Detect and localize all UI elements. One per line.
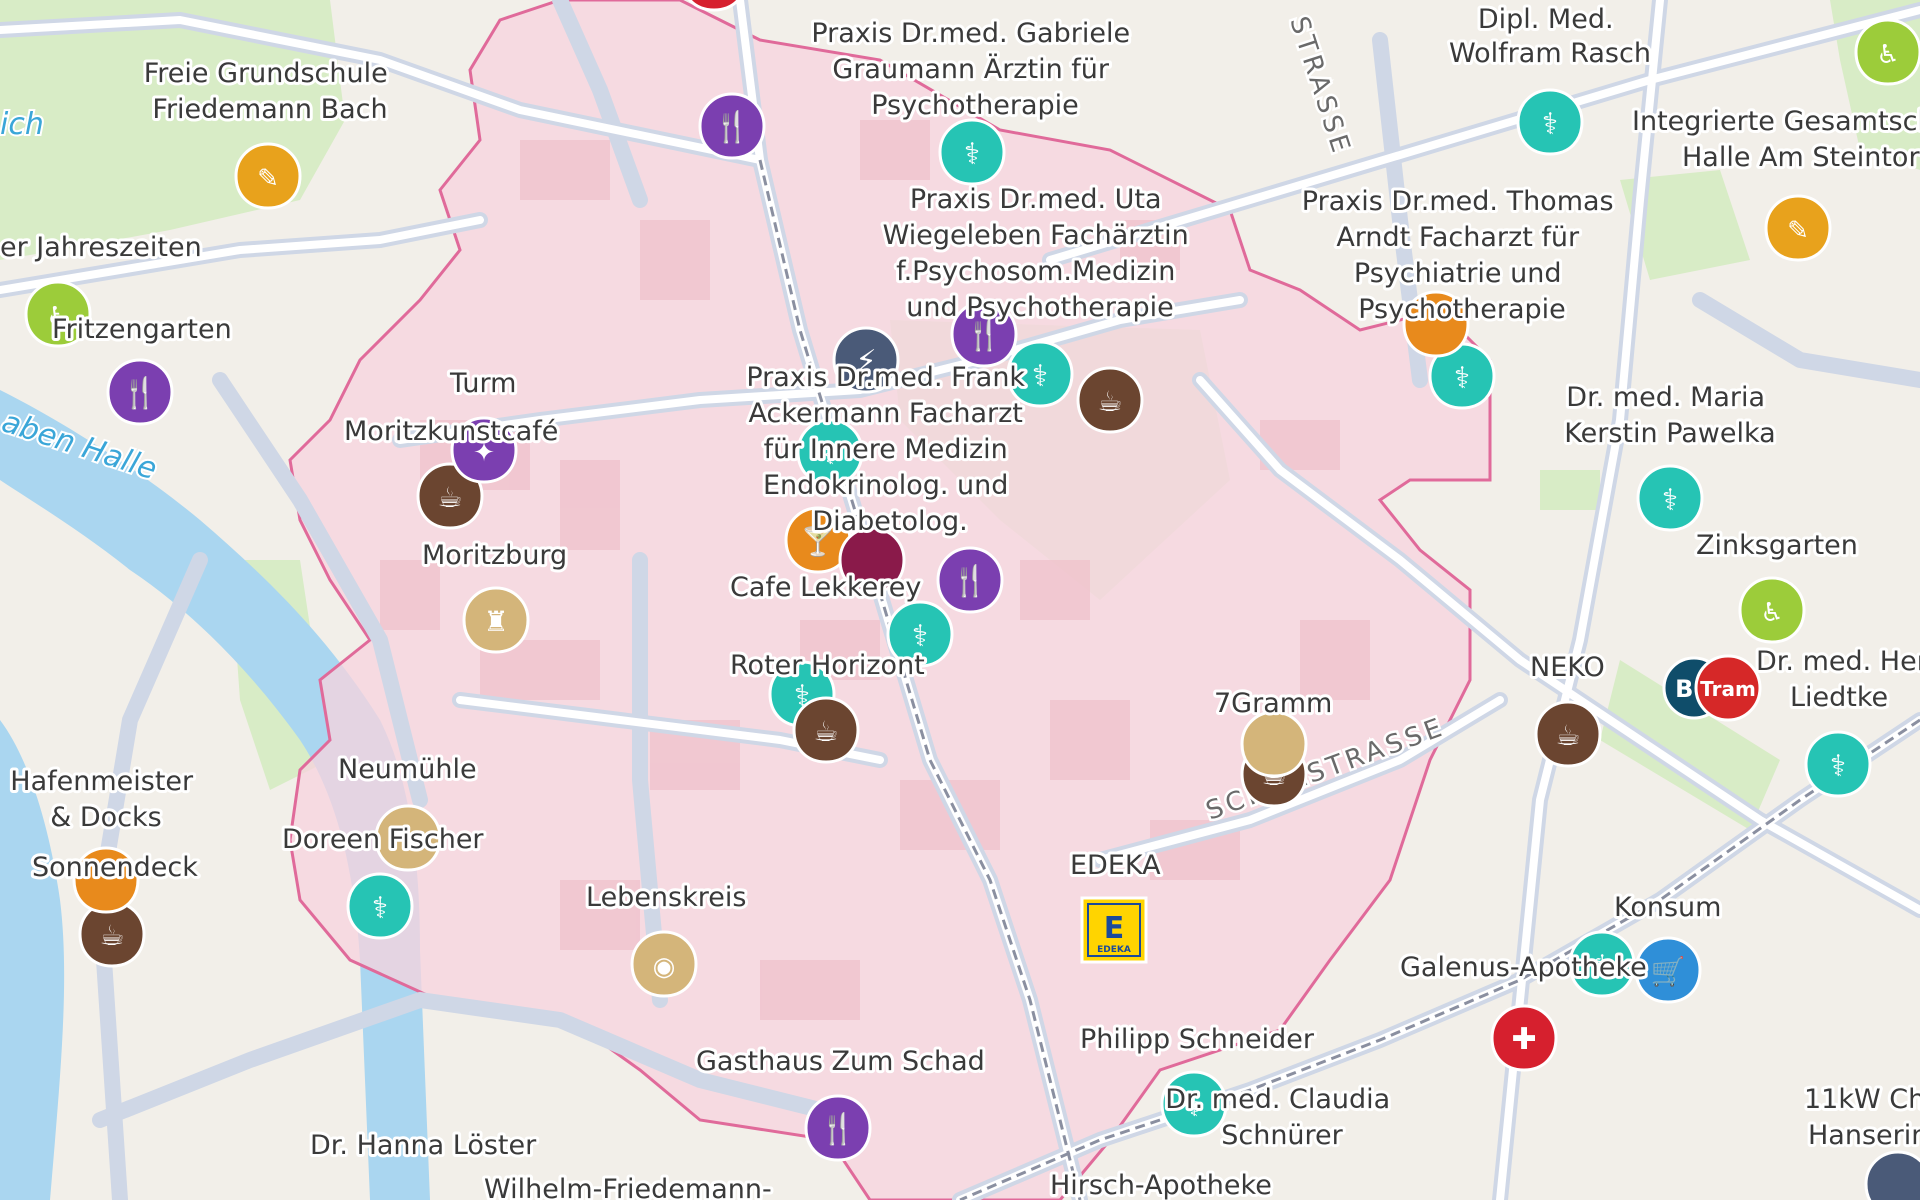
stethoscope-icon: ⚕ [964, 137, 980, 172]
castle-icon: ♜ [483, 605, 508, 638]
stethoscope-icon: ⚕ [1542, 107, 1558, 142]
shopping-cart-icon: 🛒 [1651, 955, 1686, 988]
park-marker[interactable]: ♿ [1738, 576, 1806, 644]
label-jahreszeiten: er Jahreszeiten [0, 232, 202, 263]
cafe-marker[interactable]: ☕ [1076, 366, 1144, 434]
city-map[interactable]: ich aben Halle SCHULSTRASSE STRASSE 🍴 🍴 … [0, 0, 1920, 1200]
coffee-cup-icon: ☕ [437, 481, 462, 514]
school-icon: ✎ [257, 164, 279, 194]
label-konsum: Konsum [1614, 892, 1721, 923]
tram-badge: Tram [1700, 677, 1756, 701]
doctor-marker[interactable]: ⚕ [1636, 464, 1704, 532]
coffee-cup-icon: ☕ [99, 919, 124, 952]
label-loester: Dr. Hanna Löster [310, 1130, 537, 1161]
label-philipp-schneider: Philipp Schneider [1080, 1024, 1315, 1055]
tram-stop-marker[interactable]: Tram [1694, 654, 1762, 722]
stethoscope-icon: ⚕ [1032, 359, 1048, 394]
label-neumuehle: Neumühle [338, 754, 477, 785]
label-wilhelm: Wilhelm-Friedemann- [484, 1174, 772, 1200]
restaurant-marker[interactable]: 🍴 [804, 1094, 872, 1162]
restaurant-marker[interactable]: 🍴 [698, 92, 766, 160]
stethoscope-icon: ⚕ [1662, 483, 1678, 518]
fork-knife-icon: 🍴 [819, 1111, 856, 1147]
camera-icon: ◉ [653, 952, 676, 982]
label-fritzengarten: Fritzengarten [52, 314, 232, 345]
label-doreen-fischer: Doreen Fischer [282, 824, 484, 855]
pharmacy-marker[interactable]: ✚ [1490, 1004, 1558, 1072]
label-galenus: Galenus-Apotheke [1400, 952, 1647, 983]
school-marker[interactable]: ✎ [234, 142, 302, 210]
coffee-cup-icon: ☕ [813, 715, 838, 748]
label-sonnendeck: Sonnendeck [32, 852, 198, 883]
stethoscope-icon: ⚕ [1454, 361, 1470, 396]
school-icon: ✎ [1787, 216, 1809, 246]
label-zinksgarten: Zinksgarten [1696, 530, 1858, 561]
doctor-marker[interactable]: ⚕ [938, 118, 1006, 186]
label-hirsch: Hirsch-Apotheke [1050, 1170, 1272, 1200]
label-turm: Turm [449, 368, 516, 399]
label-7gramm: 7Gramm [1214, 688, 1332, 719]
label-cafe-lekkerey: Cafe Lekkerey [730, 572, 921, 603]
park-marker[interactable]: ♿ [1854, 18, 1920, 86]
stethoscope-icon: ⚕ [372, 891, 388, 926]
doctor-marker[interactable]: ⚕ [1804, 730, 1872, 798]
stethoscope-icon: ⚕ [1830, 749, 1846, 784]
pharmacy-icon: ✚ [1511, 1022, 1536, 1057]
photo-spot-marker[interactable]: ◉ [630, 930, 698, 998]
restaurant-marker[interactable]: 🍴 [106, 358, 174, 426]
fork-knife-icon: 🍴 [121, 375, 158, 411]
fork-knife-icon: 🍴 [713, 109, 750, 145]
bench-icon: ♿ [1876, 40, 1899, 70]
edeka-logo[interactable]: E EDEKA [1080, 896, 1148, 964]
coffee-cup-icon: ☕ [1097, 385, 1122, 418]
school-marker[interactable]: ✎ [1764, 194, 1832, 262]
label-lebenskreis: Lebenskreis [586, 882, 746, 913]
bench-icon: ♿ [1760, 598, 1783, 628]
water-label-ich: ich [0, 107, 44, 142]
doctor-marker[interactable]: ⚕ [346, 872, 414, 940]
fork-knife-icon: 🍴 [951, 563, 988, 599]
edeka-logo-text: EDEKA [1097, 945, 1131, 955]
cafe-marker[interactable]: ☕ [792, 696, 860, 764]
label-roter-horizont: Roter Horizont [730, 650, 925, 681]
coffee-cup-icon: ☕ [1555, 719, 1580, 752]
restaurant-marker[interactable]: 🍴 [936, 546, 1004, 614]
label-neko: NEKO [1530, 652, 1605, 683]
label-moritzburg: Moritzburg [422, 540, 567, 571]
culture-marker[interactable] [1240, 710, 1308, 778]
castle-marker[interactable]: ♜ [462, 586, 530, 654]
label-gasthaus: Gasthaus Zum Schad [696, 1046, 985, 1077]
edeka-logo-letter: E [1104, 911, 1125, 946]
label-moritzkunstcafe: Moritzkunstcafé [344, 416, 558, 447]
cafe-marker[interactable]: ☕ [1534, 700, 1602, 768]
doctor-marker[interactable]: ⚕ [1516, 88, 1584, 156]
stethoscope-icon: ⚕ [912, 619, 928, 654]
label-edeka: EDEKA [1070, 850, 1161, 881]
